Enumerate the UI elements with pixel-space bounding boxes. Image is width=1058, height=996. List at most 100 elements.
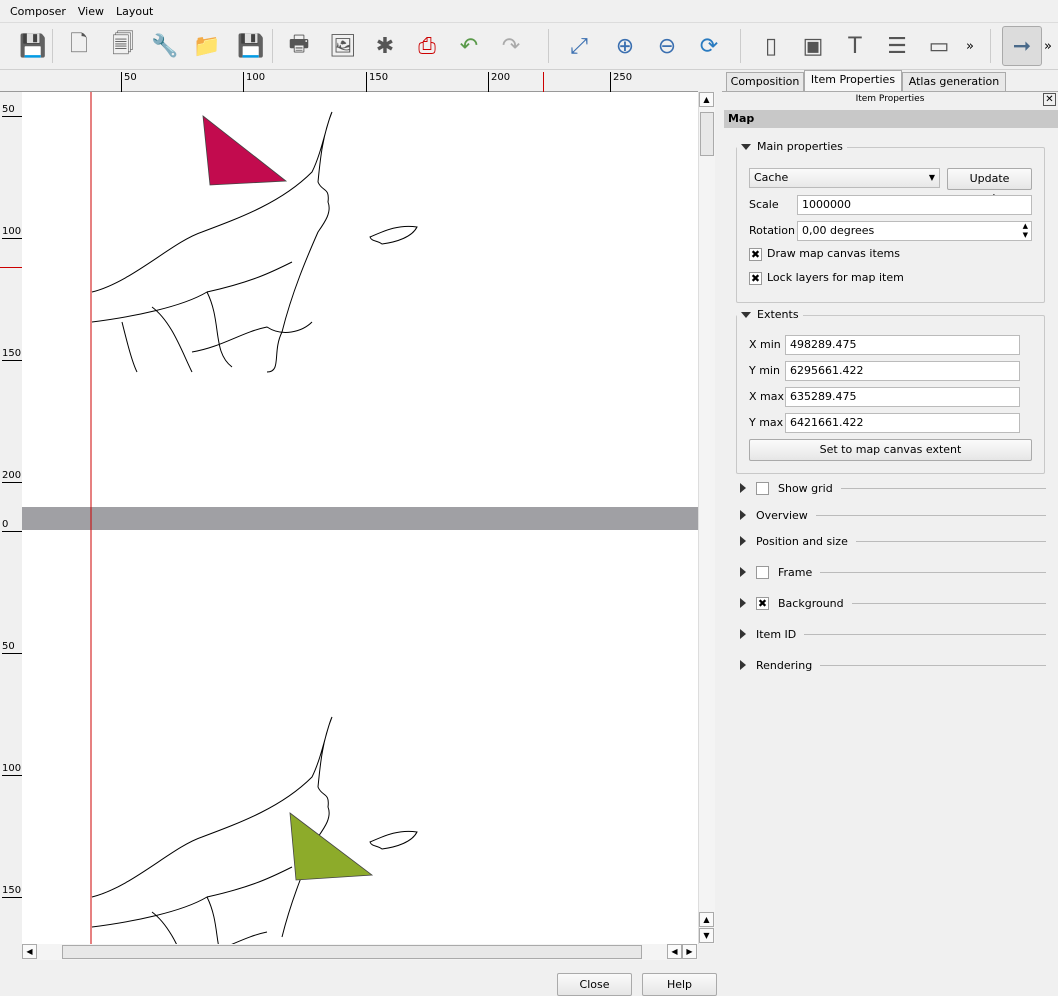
more-icon[interactable]: » xyxy=(962,29,978,63)
zoom-full-icon[interactable]: ⤢ xyxy=(562,29,596,63)
draw-canvas-items-checkbox[interactable]: ✖ Draw map canvas items xyxy=(749,247,900,261)
collapse-arrow-icon xyxy=(740,567,746,577)
spin-arrows-icon[interactable]: ▲ ▼ xyxy=(1023,222,1028,240)
group-title: Main properties xyxy=(757,140,843,153)
scroll-thumb[interactable] xyxy=(62,945,642,959)
lock-layers-checkbox[interactable]: ✖ Lock layers for map item xyxy=(749,271,904,285)
tab-item-properties[interactable]: Item Properties xyxy=(804,70,902,91)
vertical-ruler: 50 100 150 200 0 50 100 150 xyxy=(0,92,22,944)
section-frame[interactable]: Frame xyxy=(740,563,1046,581)
section-overview[interactable]: Overview xyxy=(740,506,1046,524)
item-type-header: Map xyxy=(724,110,1058,128)
item-properties-panel: Composition Item Properties Atlas genera… xyxy=(722,70,1058,996)
ruler-tick: 150 xyxy=(2,885,22,898)
section-rendering[interactable]: Rendering xyxy=(740,656,1046,674)
tab-composition[interactable]: Composition xyxy=(726,72,804,91)
scroll-down-button[interactable]: ▼ xyxy=(699,928,714,943)
checkbox-checked-icon: ✖ xyxy=(749,247,762,261)
composer-manager-icon[interactable]: 🔧 xyxy=(148,29,182,63)
add-map-icon[interactable]: ▯ xyxy=(754,29,788,63)
close-button[interactable]: Close xyxy=(557,973,632,996)
section-item-id[interactable]: Item ID xyxy=(740,625,1046,643)
menu-composer[interactable]: Composer xyxy=(4,5,72,18)
section-label: Item ID xyxy=(756,627,797,641)
scroll-left-button[interactable]: ◀ xyxy=(667,944,682,959)
select-move-icon[interactable]: ➞ xyxy=(1002,26,1042,66)
export-image-icon[interactable]: 🖼 xyxy=(326,29,360,63)
ruler-tick: 50 xyxy=(121,72,137,92)
divider xyxy=(815,514,1046,516)
section-label: Background xyxy=(778,596,844,610)
print-icon[interactable]: 🖶 xyxy=(282,29,316,63)
zoom-out-icon[interactable]: ⊖ xyxy=(650,29,684,63)
extents-toggle[interactable]: Extents xyxy=(737,308,803,321)
preview-mode-select[interactable]: Cache ▼ xyxy=(749,168,940,188)
scroll-thumb[interactable] xyxy=(700,112,714,156)
close-dock-icon[interactable]: ✕ xyxy=(1043,93,1056,106)
vertical-scrollbar[interactable]: ▲ ▲ ▼ xyxy=(698,92,715,944)
checkbox-icon[interactable] xyxy=(756,565,769,579)
scroll-up-button[interactable]: ▲ xyxy=(699,912,714,927)
ruler-tick: 200 xyxy=(2,470,22,483)
section-position-and-size[interactable]: Position and size xyxy=(740,532,1046,550)
collapse-arrow-icon xyxy=(740,536,746,546)
map-item-top xyxy=(91,111,418,373)
ruler-tick: 100 xyxy=(243,72,265,92)
ymin-input[interactable]: 6295661.422 xyxy=(785,361,1020,381)
duplicate-composer-icon[interactable]: 🗐 xyxy=(106,29,140,63)
update-preview-button[interactable]: Update preview xyxy=(947,168,1032,205)
divider xyxy=(855,540,1046,542)
section-background[interactable]: ✖ Background xyxy=(740,594,1046,612)
ymax-input[interactable]: 6421661.422 xyxy=(785,413,1020,433)
refresh-icon[interactable]: ⟳ xyxy=(692,29,726,63)
add-image-icon[interactable]: ▣ xyxy=(796,29,830,63)
checkbox-checked-icon[interactable]: ✖ xyxy=(756,596,769,610)
tab-atlas-generation[interactable]: Atlas generation xyxy=(902,72,1006,91)
ruler-tick: 100 xyxy=(2,763,22,776)
xmin-input[interactable]: 498289.475 xyxy=(785,335,1020,355)
divider xyxy=(820,664,1046,666)
menu-bar: Composer View Layout xyxy=(0,0,1058,22)
export-svg-icon[interactable]: ✱ xyxy=(368,29,402,63)
menu-view[interactable]: View xyxy=(72,5,110,18)
more-icon[interactable]: » xyxy=(1040,29,1056,63)
zoom-in-icon[interactable]: ⊕ xyxy=(608,29,642,63)
save-as-template-icon[interactable]: 💾 xyxy=(234,29,268,63)
add-legend-icon[interactable]: ☰ xyxy=(880,29,914,63)
section-show-grid[interactable]: Show grid xyxy=(740,479,1046,497)
scroll-right-button[interactable]: ▶ xyxy=(682,944,697,959)
rotation-spinbox[interactable]: 0,00 degrees ▲ ▼ xyxy=(797,221,1032,241)
rotation-label: Rotation xyxy=(749,224,796,237)
horizontal-scrollbar[interactable]: ◀ ◀ ▶ xyxy=(22,944,698,960)
redo-icon[interactable]: ↷ xyxy=(494,29,528,63)
rotation-value: 0,00 degrees xyxy=(802,224,875,237)
set-to-map-canvas-extent-button[interactable]: Set to map canvas extent xyxy=(749,439,1032,461)
add-label-icon[interactable]: T xyxy=(838,29,872,63)
ruler-tick: 50 xyxy=(2,641,22,654)
main-properties-toggle[interactable]: Main properties xyxy=(737,140,847,153)
checkbox-checked-icon: ✖ xyxy=(749,271,762,285)
divider xyxy=(840,487,1046,489)
composer-canvas[interactable] xyxy=(22,92,698,944)
group-title: Extents xyxy=(757,308,799,321)
scroll-left-button[interactable]: ◀ xyxy=(22,944,37,959)
export-pdf-icon[interactable]: ⎙ xyxy=(410,29,444,63)
expand-arrow-icon xyxy=(741,312,751,318)
horizontal-ruler: 50 100 150 200 250 xyxy=(0,72,698,92)
chevron-down-icon: ▼ xyxy=(928,173,935,182)
collapse-arrow-icon xyxy=(740,483,746,493)
scroll-up-button[interactable]: ▲ xyxy=(699,92,714,107)
undo-icon[interactable]: ↶ xyxy=(452,29,486,63)
checkbox-icon[interactable] xyxy=(756,481,769,495)
xmin-label: X min xyxy=(749,338,781,351)
add-scalebar-icon[interactable]: ▭ xyxy=(922,29,956,63)
help-button[interactable]: Help xyxy=(642,973,717,996)
xmax-input[interactable]: 635289.475 xyxy=(785,387,1020,407)
open-template-icon[interactable]: 📁 xyxy=(190,29,224,63)
scale-input[interactable]: 1000000 xyxy=(797,195,1032,215)
save-icon[interactable]: 💾 xyxy=(16,29,50,63)
checkbox-label: Draw map canvas items xyxy=(767,247,900,260)
ruler-tick: 50 xyxy=(2,104,22,117)
new-composer-icon[interactable]: 🗋 xyxy=(62,29,96,63)
menu-layout[interactable]: Layout xyxy=(110,5,159,18)
